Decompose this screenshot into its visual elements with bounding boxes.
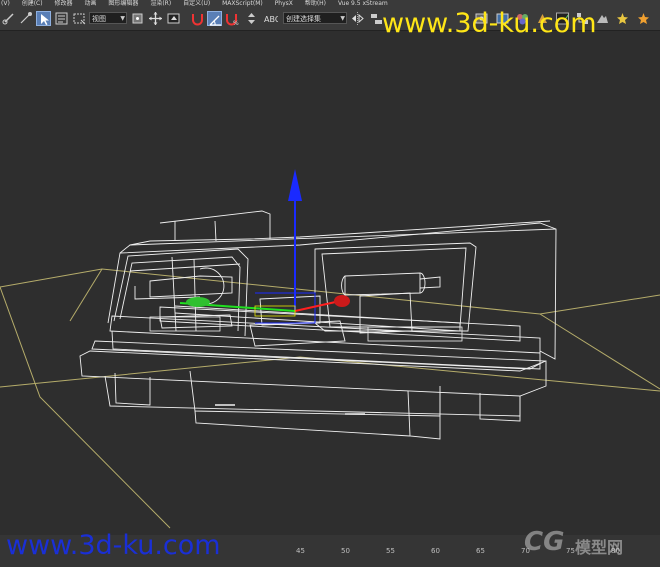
menu-item-maxscript[interactable]: MAXScript(M) bbox=[222, 0, 263, 7]
quick-render-icon[interactable] bbox=[615, 11, 630, 26]
edit-named-selection-icon[interactable]: ABC bbox=[263, 11, 278, 26]
menu-bar: (V) 创建(C) 修改器 动画 图形编辑器 渲染(R) 自定义(U) MAXS… bbox=[0, 0, 660, 8]
unlink-icon[interactable] bbox=[18, 11, 33, 26]
menu-item-modifiers[interactable]: 修改器 bbox=[55, 0, 73, 7]
mirror-icon[interactable] bbox=[350, 11, 365, 26]
reference-coord-dropdown[interactable]: 视图 ▼ bbox=[89, 12, 127, 24]
reference-coord-value: 视图 bbox=[92, 15, 106, 23]
timeline-tick: 55 bbox=[386, 547, 395, 555]
svg-text:%: % bbox=[233, 20, 239, 26]
named-selection-set-dropdown[interactable]: 创建选择集 ▼ bbox=[283, 12, 347, 24]
menu-item-help[interactable]: 帮助(H) bbox=[305, 0, 326, 7]
select-object-icon[interactable] bbox=[36, 11, 51, 26]
menu-item-view[interactable]: (V) bbox=[1, 0, 10, 7]
pivot-center-icon[interactable] bbox=[130, 11, 145, 26]
svg-text:ABC: ABC bbox=[264, 15, 278, 24]
named-selection-set-value: 创建选择集 bbox=[286, 15, 321, 23]
manipulate-icon[interactable] bbox=[166, 11, 181, 26]
timeline-tick: 45 bbox=[296, 547, 305, 555]
chevron-down-icon: ▼ bbox=[340, 15, 345, 22]
watermark-logo-site: 模型网 bbox=[575, 538, 624, 557]
select-by-name-icon[interactable] bbox=[54, 11, 69, 26]
transform-gizmo bbox=[179, 169, 350, 324]
menu-item-vue[interactable]: Vue 9.5 xStream bbox=[338, 0, 388, 7]
menu-item-graph-editors[interactable]: 图形编辑器 bbox=[108, 0, 138, 7]
render-frame-icon[interactable] bbox=[595, 11, 610, 26]
timeline-tick: 50 bbox=[341, 547, 350, 555]
menu-item-customize[interactable]: 自定义(U) bbox=[183, 0, 210, 7]
timeline-tick: 60 bbox=[431, 547, 440, 555]
menu-item-create[interactable]: 创建(C) bbox=[22, 0, 43, 7]
watermark-logo-cg: CG bbox=[524, 527, 565, 557]
lathe-wireframe-scene bbox=[0, 169, 660, 529]
timeline-tick: 65 bbox=[476, 547, 485, 555]
menu-item-animation[interactable]: 动画 bbox=[84, 0, 96, 7]
watermark-bottom: www.3d-ku.com bbox=[6, 530, 221, 561]
spinner-snap-icon[interactable] bbox=[244, 11, 259, 26]
timeline-tick: 75 bbox=[566, 547, 575, 555]
menu-item-physx[interactable]: PhysX bbox=[275, 0, 293, 7]
angle-snap-icon[interactable] bbox=[207, 11, 222, 26]
select-and-move-icon[interactable] bbox=[148, 11, 163, 26]
perspective-viewport[interactable] bbox=[0, 31, 660, 535]
snap-toggle-icon[interactable] bbox=[190, 11, 205, 26]
menu-item-rendering[interactable]: 渲染(R) bbox=[150, 0, 171, 7]
watermark-top: www.3d-ku.com bbox=[382, 8, 597, 39]
active-shade-icon[interactable] bbox=[636, 11, 651, 26]
chevron-down-icon: ▼ bbox=[120, 15, 125, 22]
home-grid bbox=[0, 268, 660, 529]
rect-selection-region-icon[interactable] bbox=[72, 11, 87, 26]
lathe-wireframe bbox=[79, 210, 557, 440]
percent-snap-icon[interactable]: % bbox=[224, 11, 239, 26]
select-link-icon[interactable] bbox=[2, 11, 17, 26]
